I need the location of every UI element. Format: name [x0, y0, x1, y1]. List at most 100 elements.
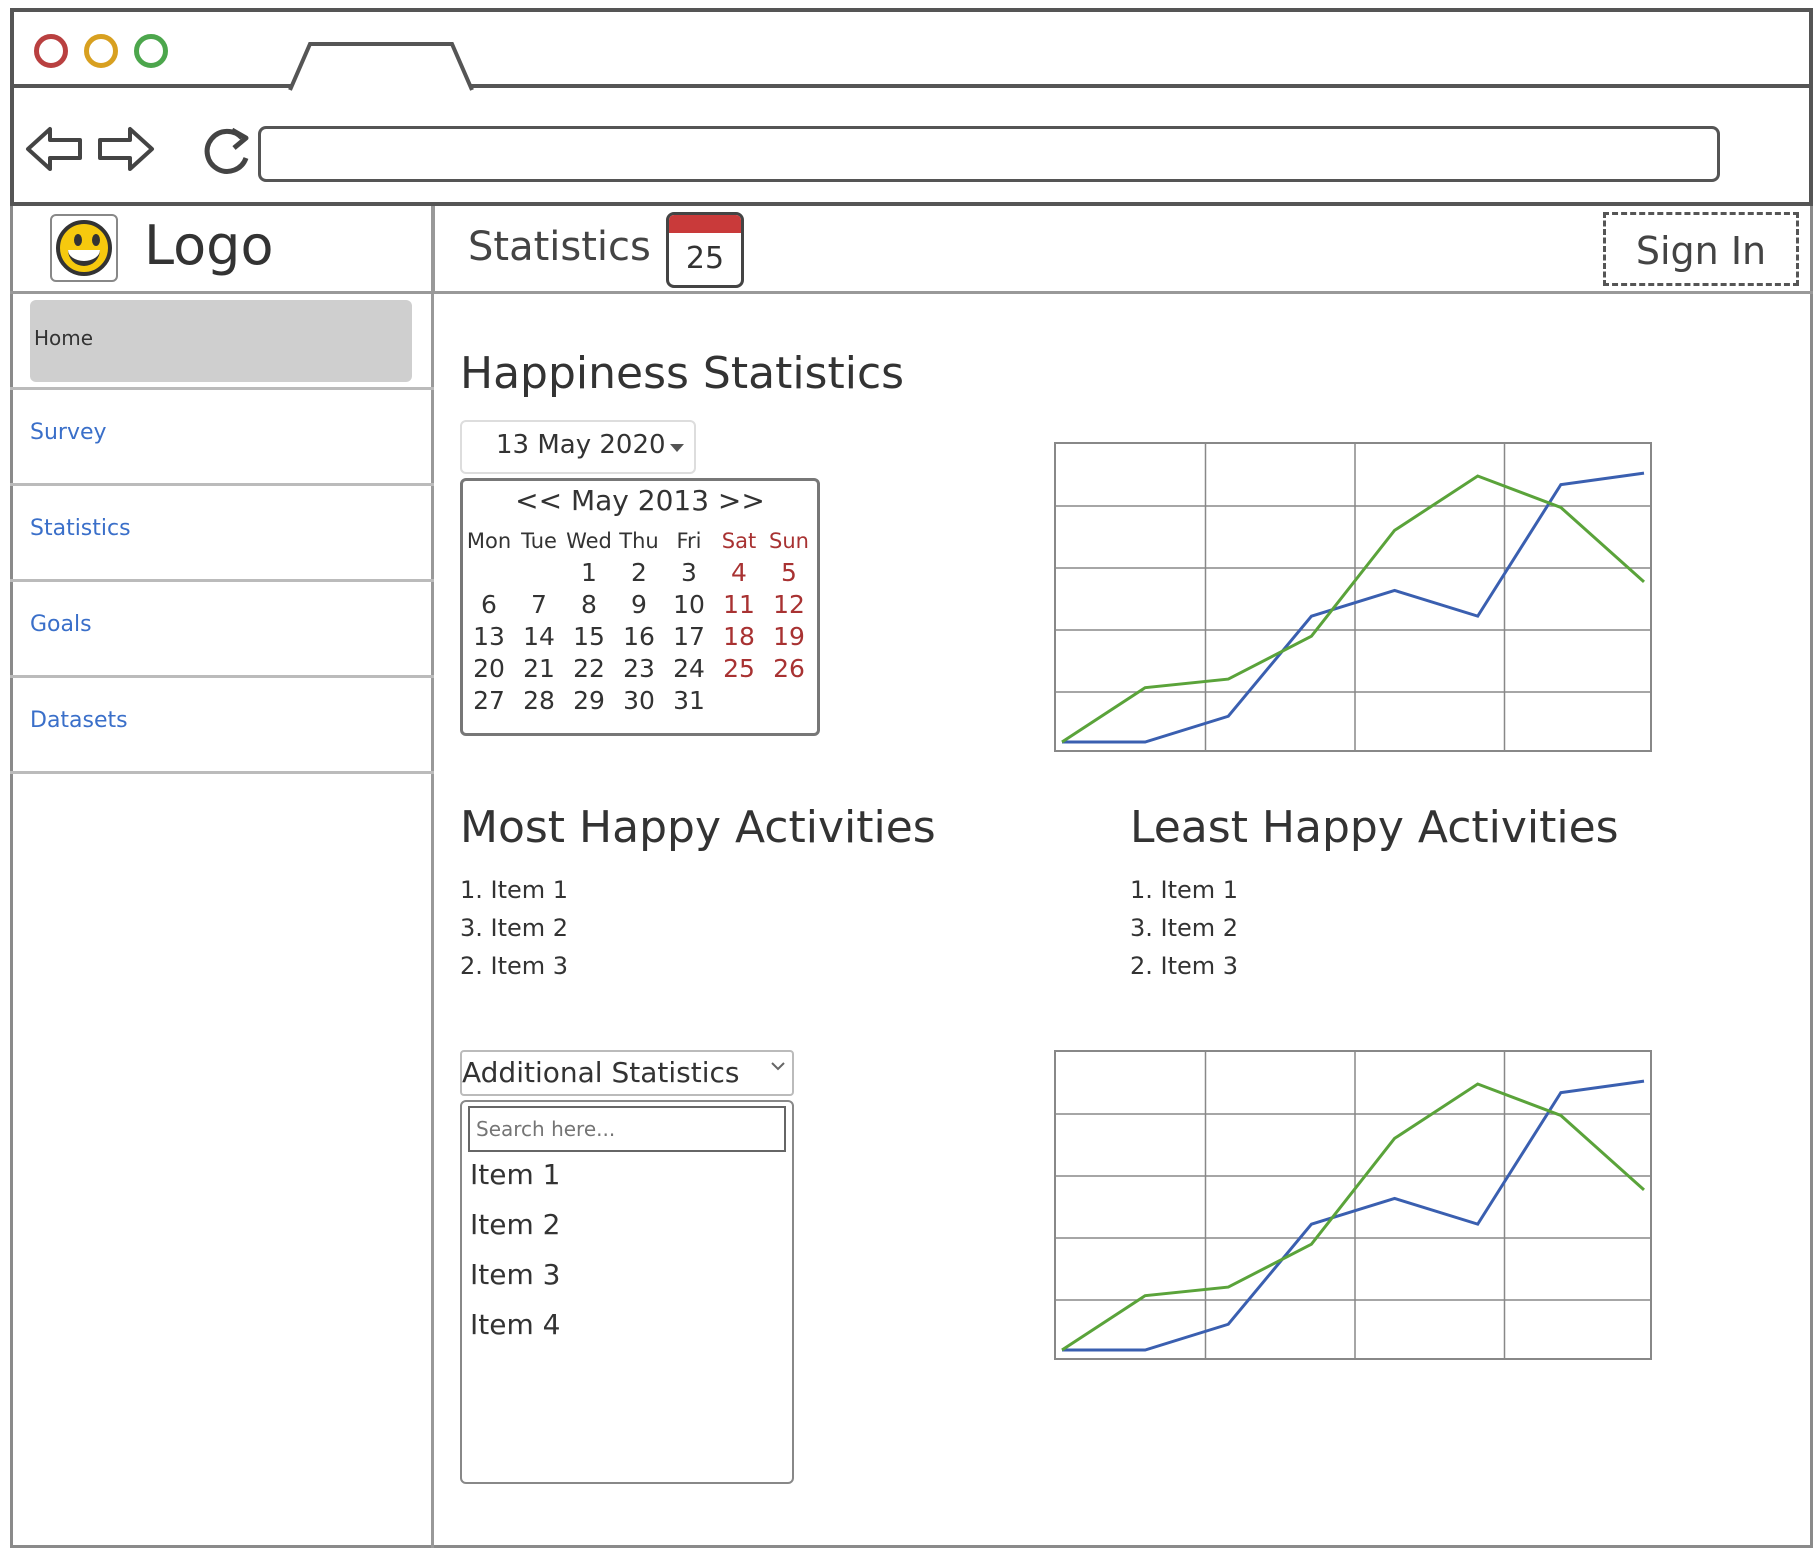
- happiness-statistics-heading: Happiness Statistics: [460, 348, 905, 399]
- sidebar-item-home-label: Home: [34, 326, 94, 350]
- sign-in-button[interactable]: Sign In: [1603, 212, 1799, 286]
- calendar-day[interactable]: 7: [514, 588, 564, 620]
- calendar-day[interactable]: 20: [464, 652, 514, 684]
- calendar-day[interactable]: 21: [514, 652, 564, 684]
- smiley-logo-icon: [56, 220, 112, 276]
- least-happy-heading: Least Happy Activities: [1130, 802, 1619, 853]
- calendar-icon[interactable]: 25: [666, 212, 744, 288]
- calendar-day: [514, 556, 564, 588]
- dropdown-option[interactable]: Item 2: [470, 1208, 560, 1241]
- calendar-icon-header: [669, 215, 741, 233]
- calendar-week: 6 7 8 9 10 11 12: [464, 588, 814, 620]
- minimize-window-button[interactable]: [84, 34, 118, 68]
- smiley-eye-right: [92, 234, 100, 246]
- dropdown-option[interactable]: Item 4: [470, 1308, 560, 1341]
- arrow-left-icon[interactable]: [24, 124, 84, 174]
- weekday-label: Fri: [676, 529, 702, 553]
- additional-statistics-label: Additional Statistics: [462, 1056, 740, 1089]
- calendar-day[interactable]: 13: [464, 620, 514, 652]
- calendar-day[interactable]: 19: [764, 620, 814, 652]
- browser-titlebar: [10, 8, 1813, 88]
- calendar-day[interactable]: 24: [664, 652, 714, 684]
- calendar-day[interactable]: 17: [664, 620, 714, 652]
- calendar-day[interactable]: 6: [464, 588, 514, 620]
- series-line-2: [1061, 1082, 1645, 1352]
- calendar-week: 27 28 29 30 31: [464, 684, 814, 716]
- sign-in-label: Sign In: [1635, 229, 1767, 273]
- calendar-day[interactable]: 14: [514, 620, 564, 652]
- weekday-label: Tue: [521, 529, 557, 553]
- sidebar-item-datasets[interactable]: Datasets: [10, 678, 434, 774]
- calendar-day: [714, 684, 764, 716]
- least-happy-item: 2. Item 3: [1130, 952, 1239, 980]
- series-line-1: [1062, 1079, 1645, 1352]
- most-happy-item: 1. Item 1: [460, 876, 569, 904]
- weekday-label: Mon: [466, 529, 512, 553]
- calendar-day[interactable]: 12: [764, 588, 814, 620]
- sidebar-item-survey-label: Survey: [30, 420, 107, 445]
- calendar-week: 13 14 15 16 17 18 19: [464, 620, 814, 652]
- dropdown-option[interactable]: Item 3: [470, 1258, 560, 1291]
- dropdown-option[interactable]: Item 1: [470, 1158, 560, 1191]
- calendar-day[interactable]: 23: [614, 652, 664, 684]
- most-happy-item: 2. Item 3: [460, 952, 569, 980]
- calendar-day[interactable]: 18: [714, 620, 764, 652]
- calendar-week: 12345: [464, 556, 814, 588]
- close-window-button[interactable]: [34, 34, 68, 68]
- calendar-day[interactable]: 10: [664, 588, 714, 620]
- calendar-day[interactable]: 15: [564, 620, 614, 652]
- calendar-day[interactable]: 4: [714, 556, 764, 588]
- happiness-line-chart: [1054, 442, 1652, 752]
- activities-line-chart: [1054, 1050, 1652, 1360]
- calendar-grid: Mon Tue Wed Thu Fri Sat Sun 1 2 3 4 5 6 7 8 9 10 11 12 13 1…: [464, 526, 814, 716]
- calendar-icon-number: 25: [685, 241, 725, 276]
- least-happy-item: 1. Item 1: [1130, 876, 1239, 904]
- calendar-day[interactable]: 22: [564, 652, 614, 684]
- most-happy-heading: Most Happy Activities: [460, 802, 936, 853]
- page-title: Statistics: [468, 224, 651, 270]
- sidebar-item-survey[interactable]: Survey: [10, 390, 434, 486]
- calendar-day[interactable]: 29: [564, 684, 614, 716]
- sidebar-item-statistics[interactable]: Statistics: [10, 486, 434, 582]
- calendar-day[interactable]: 1: [564, 556, 614, 588]
- calendar-day[interactable]: 27: [464, 684, 514, 716]
- calendar-month-nav[interactable]: << May 2013 >>: [460, 484, 820, 517]
- calendar-day[interactable]: 5: [764, 556, 814, 588]
- calendar-week: 20 21 22 23 24 25 26: [464, 652, 814, 684]
- smiley-eye-left: [74, 234, 82, 246]
- calendar-day[interactable]: 31: [664, 684, 714, 716]
- calendar-day[interactable]: 30: [614, 684, 664, 716]
- most-happy-item: 3. Item 2: [460, 914, 569, 942]
- calendar-day[interactable]: 2: [614, 556, 664, 588]
- weekday-label: Thu: [619, 529, 659, 553]
- calendar-day[interactable]: 11: [714, 588, 764, 620]
- header-divider: [432, 206, 435, 294]
- maximize-window-button[interactable]: [134, 34, 168, 68]
- sidebar-item-goals[interactable]: Goals: [10, 582, 434, 678]
- reload-icon[interactable]: [198, 124, 254, 180]
- url-bar[interactable]: [258, 126, 1720, 182]
- browser-tab[interactable]: [286, 40, 476, 92]
- least-happy-item: 3. Item 2: [1130, 914, 1239, 942]
- date-picker-value: 13 May 2020: [496, 430, 666, 460]
- weekday-label: Sun: [769, 529, 809, 553]
- calendar-day[interactable]: 26: [764, 652, 814, 684]
- chevron-down-icon[interactable]: [770, 1060, 786, 1072]
- sidebar-item-goals-label: Goals: [30, 612, 92, 637]
- arrow-right-icon[interactable]: [96, 124, 156, 174]
- calendar-day[interactable]: 9: [614, 588, 664, 620]
- calendar-day[interactable]: 28: [514, 684, 564, 716]
- calendar-day[interactable]: 25: [714, 652, 764, 684]
- sidebar-item-statistics-label: Statistics: [30, 516, 131, 541]
- sidebar-item-datasets-label: Datasets: [30, 708, 128, 733]
- calendar-day[interactable]: 16: [614, 620, 664, 652]
- chevron-down-icon[interactable]: [670, 444, 684, 452]
- weekday-label: Wed: [566, 529, 612, 553]
- search-input[interactable]: [468, 1106, 786, 1152]
- logo-text[interactable]: Logo: [144, 214, 274, 277]
- calendar-day: [764, 684, 814, 716]
- series-line-2: [1061, 474, 1645, 744]
- calendar-day[interactable]: 3: [664, 556, 714, 588]
- calendar-day: [464, 556, 514, 588]
- calendar-day[interactable]: 8: [564, 588, 614, 620]
